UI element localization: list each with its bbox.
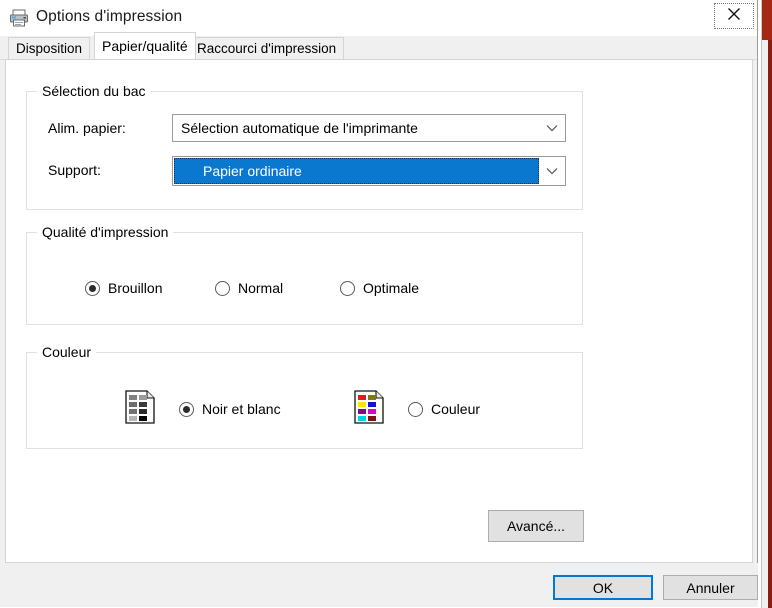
radio-label: Optimale — [363, 280, 420, 296]
label-alim-papier: Alim. papier: — [48, 120, 126, 136]
group-selection-du-bac: Sélection du bac Alim. papier: Sélection… — [26, 83, 583, 210]
group-legend-color: Couleur — [37, 344, 97, 360]
tab-label: Raccourci d'impression — [197, 41, 337, 56]
printer-icon — [9, 9, 29, 27]
close-icon — [727, 7, 741, 26]
close-button[interactable] — [711, 0, 757, 32]
dialog-footer: OK Annuler — [0, 563, 758, 607]
background-window-strip[interactable] — [761, 0, 772, 608]
radio-label: Brouillon — [108, 280, 163, 296]
group-legend-tray: Sélection du bac — [37, 83, 151, 99]
tab-disposition[interactable]: Disposition — [8, 37, 91, 59]
tab-strip: Disposition Papier/qualité Raccourci d'i… — [0, 32, 757, 60]
radio-normal[interactable]: Normal — [215, 280, 283, 296]
radio-indicator-icon — [215, 280, 230, 296]
combo-support[interactable]: Papier ordinaire — [172, 156, 566, 186]
combo-support-value: Papier ordinaire — [203, 163, 302, 179]
group-legend-quality: Qualité d'impression — [37, 224, 174, 240]
background-window-edge — [768, 40, 772, 608]
tab-label: Papier/qualité — [102, 38, 188, 54]
combo-alim-papier-value: Sélection automatique de l'imprimante — [181, 120, 418, 136]
radio-couleur[interactable]: Couleur — [408, 401, 480, 417]
dialog-title: Options d'impression — [36, 8, 183, 25]
group-couleur: Couleur Noir et blanc Couleur — [26, 344, 583, 449]
radio-indicator-icon — [85, 280, 100, 296]
tab-content-panel: Sélection du bac Alim. papier: Sélection… — [5, 59, 753, 563]
radio-indicator-icon — [408, 401, 423, 417]
radio-noir-et-blanc[interactable]: Noir et blanc — [179, 401, 281, 417]
tab-raccourci-impression[interactable]: Raccourci d'impression — [189, 37, 345, 59]
color-page-icon — [354, 390, 384, 424]
background-window-titlebar — [762, 0, 772, 40]
label-support: Support: — [48, 162, 101, 178]
radio-label: Noir et blanc — [202, 401, 281, 417]
cancel-button[interactable]: Annuler — [663, 575, 758, 600]
combo-alim-papier[interactable]: Sélection automatique de l'imprimante — [172, 114, 566, 142]
radio-optimale[interactable]: Optimale — [340, 280, 419, 296]
ok-button-label: OK — [592, 579, 614, 596]
radio-label: Couleur — [431, 401, 481, 417]
grayscale-page-icon — [125, 390, 155, 424]
radio-indicator-icon — [340, 280, 355, 296]
combo-support-value-wrap: Papier ordinaire — [173, 157, 539, 185]
chevron-down-icon — [539, 167, 565, 175]
radio-brouillon[interactable]: Brouillon — [85, 280, 162, 296]
tab-label: Disposition — [16, 41, 83, 56]
print-options-dialog: Options d'impression Disposition Papier/… — [0, 0, 758, 607]
ok-button[interactable]: OK — [553, 575, 653, 600]
group-qualite-impression: Qualité d'impression Brouillon Normal Op… — [26, 224, 583, 325]
tab-papier-qualite[interactable]: Papier/qualité — [94, 32, 196, 59]
advanced-button-label: Avancé... — [506, 518, 566, 534]
cancel-button-label: Annuler — [686, 579, 735, 596]
title-bar: Options d'impression — [0, 0, 757, 36]
advanced-button[interactable]: Avancé... — [488, 510, 584, 542]
radio-indicator-icon — [179, 401, 194, 417]
chevron-down-icon — [539, 124, 565, 132]
radio-label: Normal — [238, 280, 284, 296]
